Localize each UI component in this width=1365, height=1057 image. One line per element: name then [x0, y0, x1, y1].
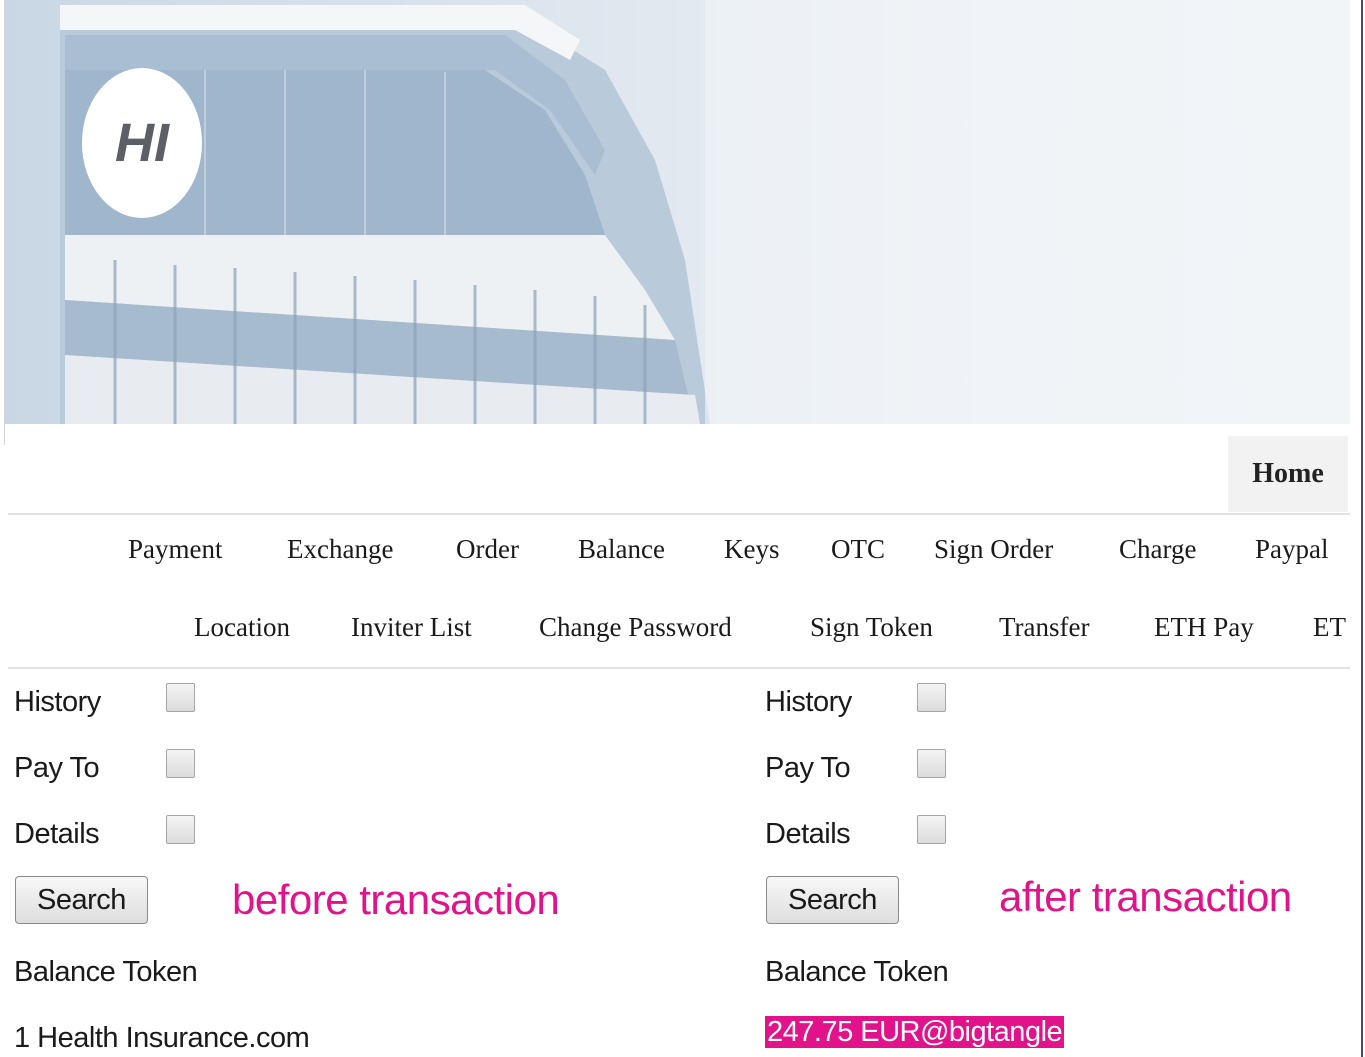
pay-to-label: Pay To [14, 752, 100, 784]
divider-bottom [8, 667, 1350, 669]
building-photo [60, 0, 1350, 424]
pay-to-checkbox[interactable] [166, 749, 195, 778]
nav-transfer[interactable]: Transfer [999, 612, 1090, 643]
nav-exchange[interactable]: Exchange [287, 534, 393, 565]
details-label: Details [14, 818, 100, 850]
nav-paypal[interactable]: Paypal [1255, 534, 1329, 565]
panel-before: History Pay To Details Search before tra… [14, 680, 614, 1057]
balance-token-header: Balance Token [765, 956, 949, 988]
nav-row-1: Payment Exchange Order Balance Keys OTC … [0, 534, 1350, 574]
pay-to-checkbox[interactable] [917, 749, 946, 778]
nav-inviter-list[interactable]: Inviter List [351, 612, 472, 643]
nav-et-truncated[interactable]: ET [1313, 612, 1346, 643]
nav-payment[interactable]: Payment [128, 534, 223, 565]
nav-change-password[interactable]: Change Password [539, 612, 732, 643]
nav-sign-token[interactable]: Sign Token [810, 612, 933, 643]
nav-charge[interactable]: Charge [1119, 534, 1196, 565]
nav-otc[interactable]: OTC [831, 534, 885, 565]
search-button[interactable]: Search [15, 876, 148, 924]
nav-location[interactable]: Location [194, 612, 290, 643]
panel-after: History Pay To Details Search after tran… [765, 680, 1365, 1057]
logo-text: HI [115, 113, 169, 173]
annotation-before: before transaction [232, 876, 560, 923]
history-label: History [765, 686, 852, 718]
details-label: Details [765, 818, 851, 850]
nav-eth-pay[interactable]: ETH Pay [1154, 612, 1254, 643]
pay-to-label: Pay To [765, 752, 851, 784]
tab-home-label: Home [1252, 458, 1324, 489]
nav-row-2: Location Inviter List Change Password Si… [0, 612, 1350, 652]
balance-highlight: 247.75 EUR@bigtangle [765, 1016, 1065, 1048]
balance-item: 1 Health Insurance.com [14, 1022, 310, 1054]
page-right-border [1361, 0, 1363, 1057]
history-checkbox[interactable] [166, 683, 195, 712]
divider-top [8, 513, 1350, 515]
search-button[interactable]: Search [766, 876, 899, 924]
details-checkbox[interactable] [917, 815, 946, 844]
nav-balance[interactable]: Balance [578, 534, 665, 565]
nav-order[interactable]: Order [456, 534, 519, 565]
balance-item-highlighted: 247.75 EUR@bigtangle [765, 1016, 1065, 1049]
annotation-after: after transaction [999, 873, 1292, 920]
nav-sign-order[interactable]: Sign Order [934, 534, 1053, 565]
history-checkbox[interactable] [917, 683, 946, 712]
details-checkbox[interactable] [166, 815, 195, 844]
balance-token-header: Balance Token [14, 956, 198, 988]
tab-home[interactable]: Home [1228, 436, 1348, 512]
nav-keys[interactable]: Keys [724, 534, 780, 565]
company-logo: HI [82, 68, 202, 218]
header-banner: HI [5, 0, 1350, 424]
history-label: History [14, 686, 101, 718]
